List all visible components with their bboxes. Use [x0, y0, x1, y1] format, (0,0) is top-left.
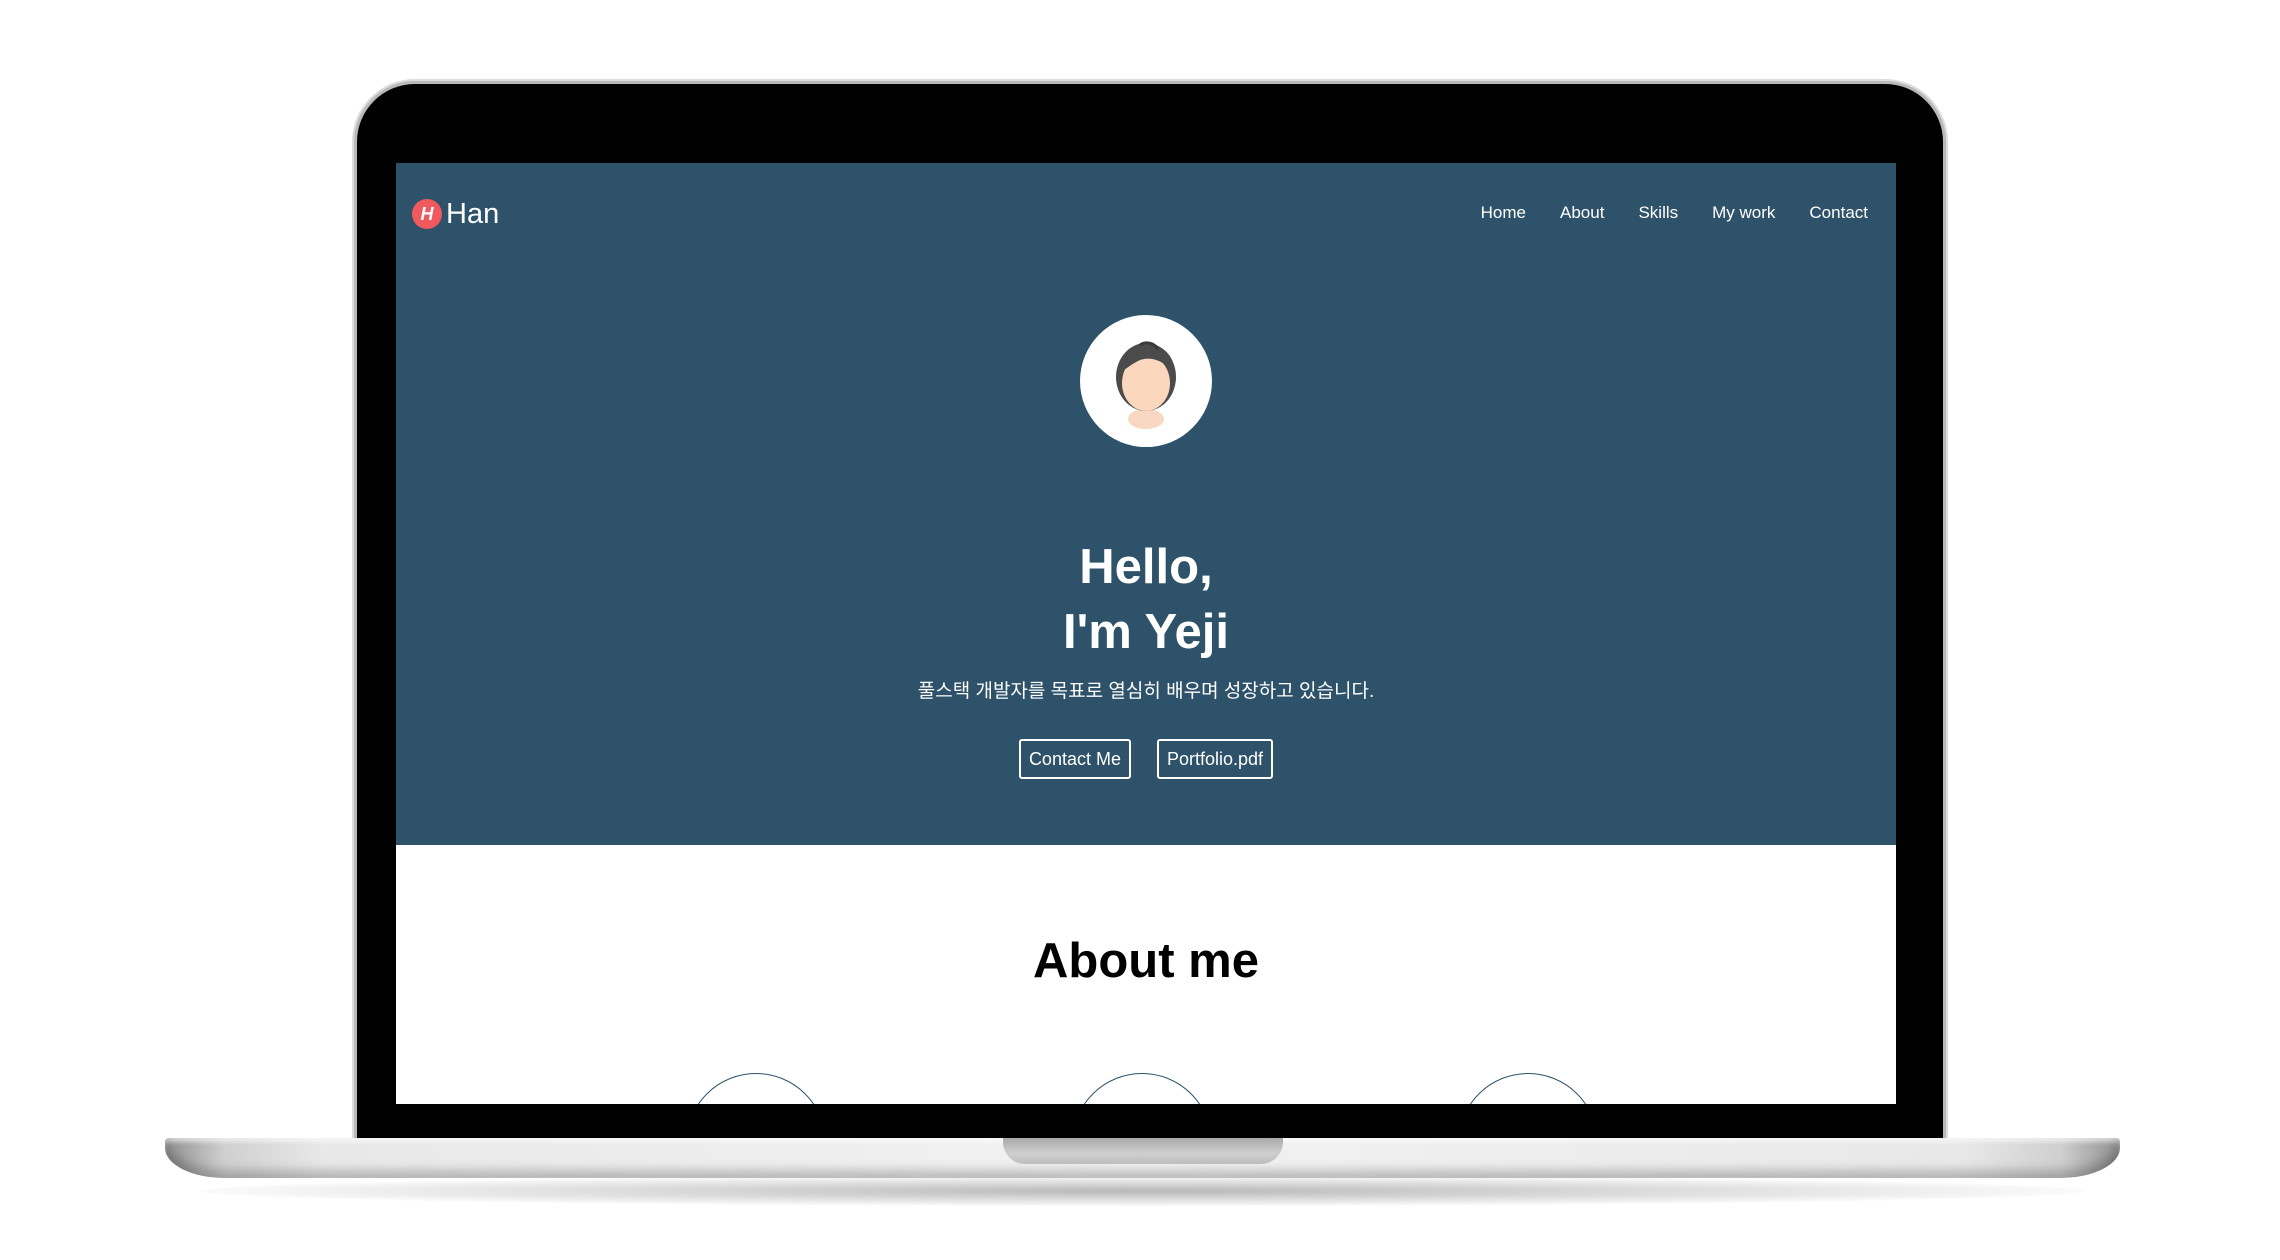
hero-buttons: Contact Me Portfolio.pdf	[396, 739, 1896, 779]
greeting-line-1: Hello,	[1079, 540, 1213, 594]
about-title: About me	[1033, 934, 1259, 988]
about-circle-1	[686, 1073, 826, 1104]
laptop-screen: H Han Home About Skills My work Contact	[396, 163, 1896, 1104]
hero-tagline: 풀스택 개발자를 목표로 열심히 배우며 성장하고 있습니다.	[917, 681, 1375, 702]
nav-item-contact[interactable]: Contact	[1809, 201, 1868, 225]
about-section: About me	[396, 845, 1896, 1104]
logo[interactable]: H Han	[412, 199, 499, 229]
laptop-notch	[1003, 1138, 1283, 1164]
logo-icon: H	[412, 199, 442, 229]
about-circle-2	[1072, 1073, 1212, 1104]
laptop-shadow	[200, 1176, 2085, 1206]
hero-greeting: Hello, I'm Yeji	[396, 535, 1896, 665]
hero-section: H Han Home About Skills My work Contact	[396, 163, 1896, 845]
portfolio-pdf-button[interactable]: Portfolio.pdf	[1156, 739, 1274, 779]
greeting-line-2: I'm Yeji	[1062, 605, 1230, 659]
nav-item-home[interactable]: Home	[1481, 201, 1526, 225]
nav-item-my-work[interactable]: My work	[1712, 201, 1775, 225]
logo-text: Han	[446, 198, 500, 230]
laptop-mockup: H Han Home About Skills My work Contact	[0, 0, 2280, 1260]
nav-item-about[interactable]: About	[1560, 201, 1604, 225]
nav-menu: Home About Skills My work Contact	[1481, 201, 1868, 225]
about-circle-3	[1458, 1073, 1598, 1104]
contact-me-button[interactable]: Contact Me	[1018, 739, 1131, 779]
avatar-icon	[1080, 315, 1212, 447]
navbar: H Han Home About Skills My work Contact	[396, 163, 1896, 263]
nav-item-skills[interactable]: Skills	[1638, 201, 1678, 225]
